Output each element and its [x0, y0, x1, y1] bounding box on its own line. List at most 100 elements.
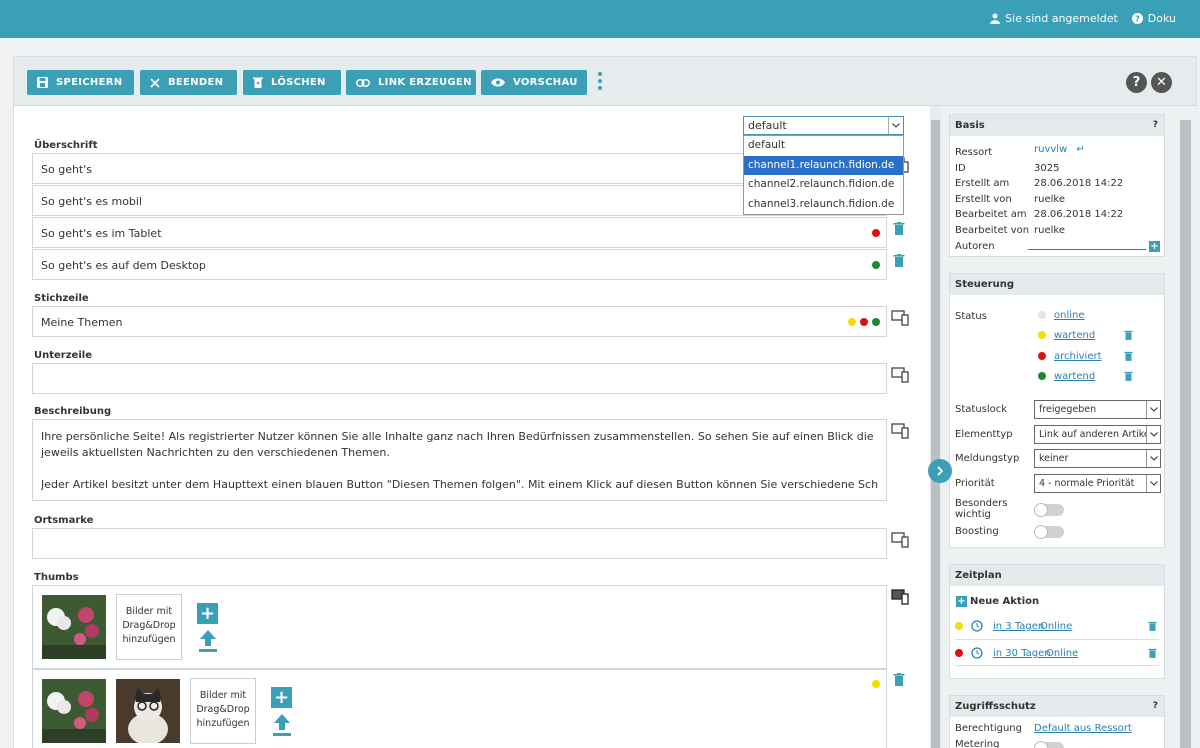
sidebar-scrollbar[interactable] — [1180, 120, 1191, 748]
zeitplan-item-when[interactable]: in 30 Tagen — [993, 648, 1051, 659]
berechtigung-link[interactable]: Default aus Ressort — [1034, 723, 1132, 734]
autoren-input[interactable] — [1028, 249, 1146, 250]
device-toggle-icon[interactable] — [891, 367, 909, 383]
zeitplan-item-what[interactable]: Online — [1046, 648, 1078, 659]
beschreibung-textarea[interactable]: Ihre persönliche Seite! Als registrierte… — [32, 419, 887, 501]
upload-icon[interactable] — [272, 714, 292, 736]
end-button[interactable]: BEENDEN — [140, 70, 237, 95]
floppy-icon — [37, 77, 48, 88]
device-toggle-icon[interactable] — [891, 423, 909, 439]
thumbs-box: Bilder mit Drag&Drop hinzufügen + — [32, 585, 887, 669]
zeitplan-item-what[interactable]: Online — [1040, 621, 1072, 632]
basis-panel: Basis? Ressort ruvvlw ↵ ID 3025 Erstellt… — [949, 114, 1165, 257]
status-dot-green — [872, 318, 880, 326]
expand-sidebar-button[interactable] — [928, 459, 952, 483]
trash-icon[interactable] — [1148, 648, 1157, 658]
status-dot-red — [860, 318, 868, 326]
thumb-image-cat[interactable] — [116, 679, 180, 743]
ortsmarke-field[interactable] — [32, 528, 887, 559]
trash-icon[interactable] — [893, 254, 905, 267]
main-form: default default channel1.relaunch.fidion… — [14, 106, 930, 748]
besonders-wichtig-toggle[interactable] — [1034, 503, 1064, 517]
status-dot-yellow — [872, 680, 880, 688]
doku-link[interactable]: ? Doku — [1131, 12, 1176, 25]
main-scrollbar[interactable] — [930, 106, 941, 748]
help-circle-icon: ? — [1131, 13, 1143, 24]
prioritaet-select[interactable]: 4 - normale Priorität — [1034, 474, 1161, 493]
thumb-image-flowers[interactable] — [42, 679, 106, 743]
device-toggle-icon[interactable] — [891, 532, 909, 548]
image-drop-zone[interactable]: Bilder mit Drag&Drop hinzufügen — [116, 594, 182, 660]
ressort-value[interactable]: ruvvlw ↵ — [1034, 144, 1085, 155]
return-arrow-icon: ↵ — [1076, 144, 1085, 155]
ueberschrift-tablet-field[interactable]: So geht's es im Tablet — [32, 217, 887, 248]
metering-toggle[interactable] — [1034, 741, 1064, 748]
clock-icon — [971, 620, 983, 632]
status-dot-green — [872, 261, 880, 269]
unterzeile-label: Unterzeile — [34, 350, 92, 361]
status-dot-yellow — [848, 318, 856, 326]
meldungstyp-select[interactable]: keiner — [1034, 449, 1161, 468]
close-button[interactable]: ✕ — [1151, 72, 1172, 93]
new-action-link[interactable]: Neue Aktion — [970, 596, 1039, 607]
channel-option[interactable]: channel3.relaunch.fidion.de — [744, 195, 903, 215]
status-wartend-link[interactable]: wartend — [1054, 330, 1095, 341]
help-button[interactable]: ? — [1126, 72, 1147, 93]
chevron-down-icon — [888, 117, 903, 134]
ueberschrift-label: Überschrift — [34, 140, 98, 151]
link-icon — [356, 78, 370, 87]
create-link-button[interactable]: LINK ERZEUGEN — [346, 70, 476, 95]
trash-icon[interactable] — [1148, 621, 1157, 631]
user-icon — [990, 13, 1001, 24]
status-dot-red — [872, 229, 880, 237]
chevron-down-icon — [1146, 401, 1160, 418]
boosting-toggle[interactable] — [1034, 525, 1064, 539]
upload-icon[interactable] — [198, 630, 218, 652]
trash-icon[interactable] — [1124, 371, 1133, 381]
add-author-button[interactable]: + — [1149, 241, 1160, 252]
save-button[interactable]: SPEICHERN — [27, 70, 134, 95]
channel-option[interactable]: channel1.relaunch.fidion.de — [744, 155, 903, 175]
trash-icon[interactable] — [893, 222, 905, 235]
device-toggle-icon[interactable] — [891, 589, 909, 605]
channel-select[interactable]: default — [743, 116, 904, 135]
elementtyp-select[interactable]: Link auf anderen Artikel — [1034, 425, 1161, 444]
stichzeile-label: Stichzeile — [34, 293, 89, 304]
status-online-link[interactable]: online — [1054, 310, 1085, 321]
ueberschrift-desktop-field[interactable]: So geht's es auf dem Desktop — [32, 249, 887, 280]
channel-option[interactable]: default — [744, 136, 903, 156]
image-drop-zone[interactable]: Bilder mit Drag&Drop hinzufügen — [190, 678, 256, 744]
channel-option[interactable]: channel2.relaunch.fidion.de — [744, 175, 903, 195]
eye-icon — [491, 78, 505, 87]
device-toggle-icon[interactable] — [891, 310, 909, 326]
status-wartend-link[interactable]: wartend — [1054, 371, 1095, 382]
trash-icon[interactable] — [1124, 330, 1133, 340]
trash-icon[interactable] — [893, 673, 905, 686]
chevron-right-icon — [937, 466, 944, 476]
chevron-down-icon — [1146, 450, 1160, 467]
stichzeile-field[interactable]: Meine Themen — [32, 306, 887, 337]
help-icon[interactable]: ? — [1153, 701, 1158, 711]
beschreibung-label: Beschreibung — [34, 406, 112, 417]
delete-button[interactable]: LÖSCHEN — [243, 70, 341, 95]
help-icon[interactable]: ? — [1153, 120, 1158, 130]
trash-icon[interactable] — [1124, 351, 1133, 361]
zeitplan-item-when[interactable]: in 3 Tagen — [993, 621, 1044, 632]
editor-window: SPEICHERN BEENDEN LÖSCHEN LINK ERZEUGEN … — [13, 56, 1198, 748]
ortsmarke-label: Ortsmarke — [34, 515, 94, 526]
thumb-image-flowers[interactable] — [42, 595, 106, 659]
channel-dropdown-list: default channel1.relaunch.fidion.de chan… — [743, 135, 904, 215]
user-login-status[interactable]: Sie sind angemeldet — [990, 12, 1118, 25]
steuerung-panel: Steuerung Status online wartend archivie… — [949, 273, 1165, 548]
add-image-button[interactable]: + — [271, 687, 292, 708]
statuslock-select[interactable]: freigegeben — [1034, 400, 1161, 419]
add-image-button[interactable]: + — [197, 603, 218, 624]
more-menu-icon[interactable] — [597, 72, 603, 94]
status-archiviert-link[interactable]: archiviert — [1054, 351, 1102, 362]
trash-icon — [253, 77, 263, 88]
unterzeile-field[interactable] — [32, 363, 887, 394]
preview-button[interactable]: VORSCHAU — [481, 70, 587, 95]
add-action-icon[interactable]: + — [956, 596, 967, 607]
top-bar: Sie sind angemeldet ? Doku — [0, 0, 1200, 38]
zeitplan-panel: Zeitplan + Neue Aktion in 3 Tagen Online… — [949, 564, 1165, 679]
